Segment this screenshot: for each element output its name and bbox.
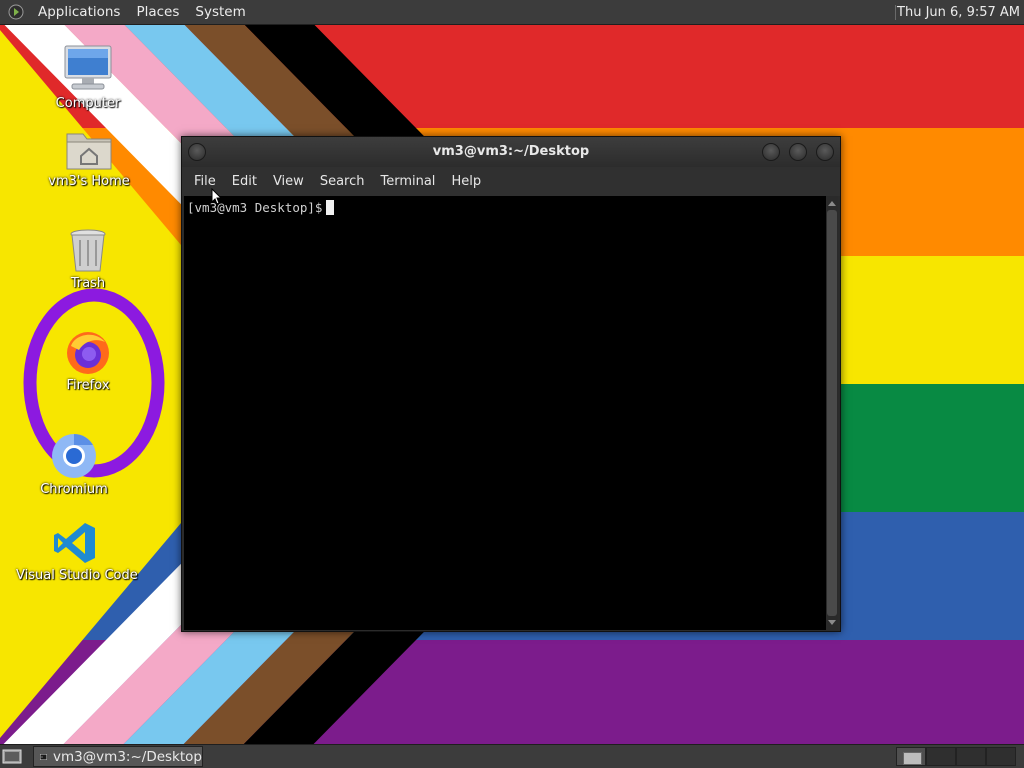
desktop-icon-label: Chromium — [40, 482, 108, 497]
desktop-icon-label: vm3's Home — [48, 174, 130, 189]
minimize-button[interactable] — [762, 143, 780, 161]
workspace-switcher[interactable] — [896, 747, 1020, 766]
desktop-icon-firefox[interactable]: Firefox — [48, 330, 128, 393]
clock[interactable]: Thu Jun 6, 9:57 AM — [897, 0, 1020, 25]
maximize-button[interactable] — [789, 143, 807, 161]
terminal-scrollbar[interactable] — [826, 196, 838, 630]
mouse-pointer-icon — [211, 188, 223, 205]
top-panel: Applications Places System Thu Jun 6, 9:… — [0, 0, 1024, 25]
window-title: vm3@vm3:~/Desktop — [432, 144, 590, 159]
bottom-panel: vm3@vm3:~/Desktop — [0, 744, 1024, 768]
menu-terminal[interactable]: Terminal — [372, 167, 443, 196]
close-button[interactable] — [816, 143, 834, 161]
system-menu[interactable]: System — [187, 0, 253, 25]
workspace-4[interactable] — [986, 747, 1016, 766]
panel-separator — [895, 5, 896, 20]
menu-search[interactable]: Search — [312, 167, 373, 196]
terminal-menubar: File Edit View Search Terminal Help — [182, 167, 840, 196]
window-titlebar[interactable]: vm3@vm3:~/Desktop — [182, 137, 840, 167]
text-cursor — [326, 200, 335, 215]
desktop-icon-label: Computer — [55, 96, 121, 111]
desktop-icon-computer[interactable]: Computer — [48, 44, 128, 111]
workspace-1[interactable] — [896, 747, 926, 766]
terminal-window[interactable]: vm3@vm3:~/Desktop File Edit View Search … — [181, 136, 841, 632]
scrollbar-thumb[interactable] — [827, 210, 837, 616]
taskbar-button-label: vm3@vm3:~/Desktop — [52, 748, 202, 765]
shell-prompt: [vm3@vm3 Desktop]$ — [187, 200, 323, 215]
applications-menu[interactable]: Applications — [30, 0, 128, 25]
home-folder-icon — [66, 133, 112, 170]
taskbar-terminal-button[interactable]: vm3@vm3:~/Desktop — [33, 746, 203, 767]
desktop-icon-label: Firefox — [66, 378, 110, 393]
distro-logo-icon[interactable] — [8, 4, 24, 20]
desktop-icon-label: Visual Studio Code — [16, 568, 138, 583]
scroll-up-arrow-icon[interactable] — [828, 201, 836, 206]
terminal-output[interactable]: [vm3@vm3 Desktop]$ — [184, 196, 827, 630]
scroll-down-arrow-icon[interactable] — [828, 620, 836, 625]
desktop-icon-home[interactable]: vm3's Home — [44, 128, 134, 189]
workspace-3[interactable] — [956, 747, 986, 766]
trash-icon — [70, 229, 106, 272]
menu-view[interactable]: View — [265, 167, 312, 196]
terminal-icon — [40, 753, 47, 760]
show-desktop-icon[interactable] — [2, 748, 22, 765]
computer-icon — [64, 45, 112, 90]
menu-help[interactable]: Help — [443, 167, 489, 196]
menu-edit[interactable]: Edit — [224, 167, 265, 196]
desktop-icon-vscode[interactable]: Visual Studio Code — [16, 520, 138, 583]
desktop-icon-trash[interactable]: Trash — [48, 228, 128, 291]
vscode-icon — [54, 523, 95, 563]
firefox-icon — [67, 332, 109, 374]
desktop-icon-chromium[interactable]: Chromium — [32, 432, 116, 497]
window-menu-button[interactable] — [188, 143, 206, 161]
places-menu[interactable]: Places — [128, 0, 187, 25]
chromium-icon — [52, 434, 96, 478]
workspace-2[interactable] — [926, 747, 956, 766]
